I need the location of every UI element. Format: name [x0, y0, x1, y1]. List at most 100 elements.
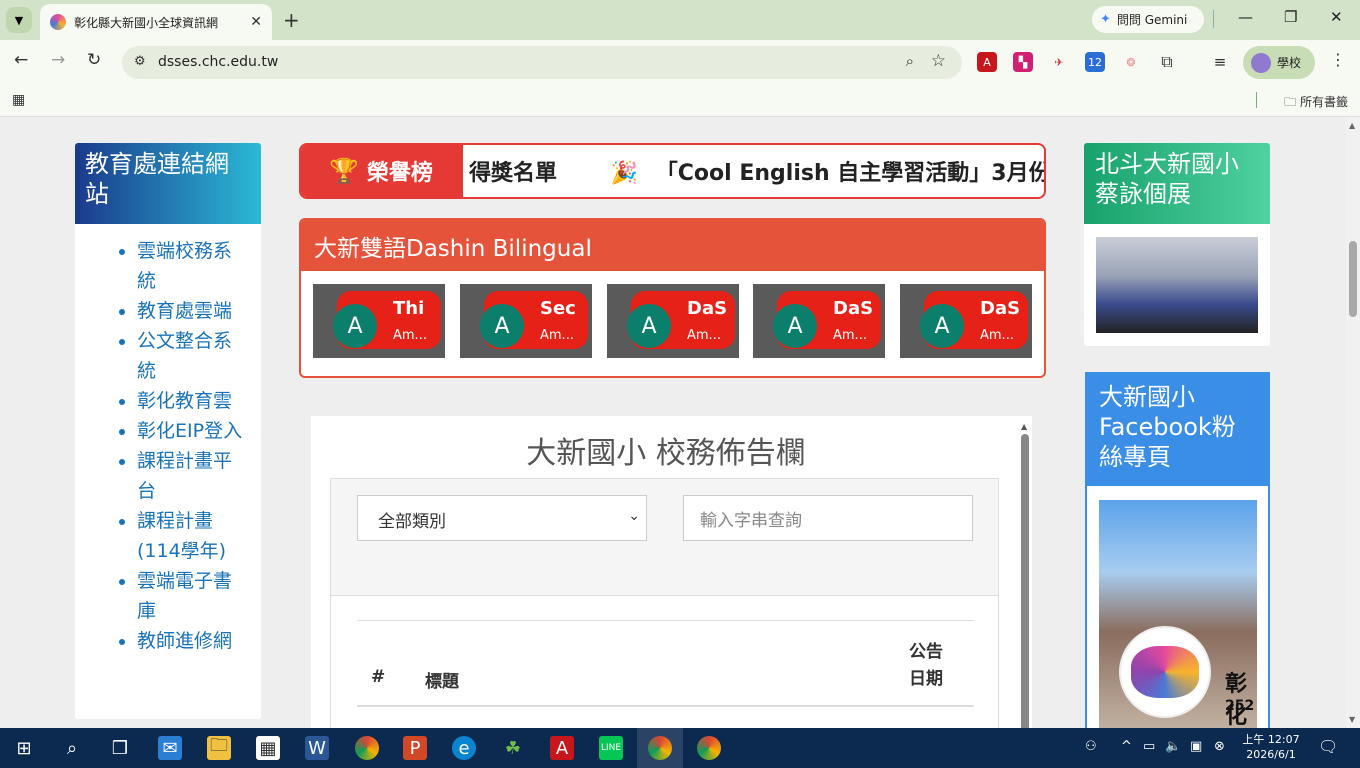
video-thumbnail[interactable]: Thi Am... A [313, 284, 445, 358]
column-date[interactable]: 公告日期 [909, 639, 949, 693]
chrome-profile-2-icon[interactable] [697, 736, 721, 760]
close-tab-icon[interactable]: ✕ [250, 14, 262, 30]
calendar-extension-icon[interactable]: 12 [1085, 52, 1105, 72]
chevron-down-icon: ▼ [14, 13, 24, 27]
education-links-panel: 教育處連結網站 雲端校務系統 教育處雲端 公文整合系統 彰化教育雲 彰化EIP登… [75, 143, 261, 719]
display-icon[interactable]: ▣ [1190, 739, 1202, 754]
system-clock[interactable]: 上午 12:07 2026/6/1 [1240, 732, 1302, 762]
acrobat-icon[interactable]: A [550, 736, 574, 760]
bookmarks-bar: ▦ 🗀 所有書籤 [0, 85, 1360, 117]
bulletin-table: # 標題 公告日期 [330, 596, 999, 728]
menu-dots-icon[interactable]: ⋮ [1330, 50, 1346, 69]
site-info-icon[interactable]: ⚙ [134, 54, 146, 69]
facebook-page-name[interactable]: 彰化 [1225, 666, 1268, 728]
bilingual-video-section: 大新雙語Dashin Bilingual Thi Am... A Sec Am.… [299, 218, 1046, 378]
link-item[interactable]: 雲端電子書庫 [137, 566, 261, 626]
search-input[interactable]: 輸入字串查詢 [683, 495, 973, 541]
video-thumbnail[interactable]: DaS Am... A [607, 284, 739, 358]
extensions-puzzle-icon[interactable]: ⧉ [1157, 52, 1177, 72]
table-header: # 標題 公告日期 [357, 620, 974, 707]
network-icon[interactable]: ▭ [1143, 739, 1155, 754]
link-item[interactable]: 彰化教育雲 [137, 386, 261, 416]
clover-app-icon[interactable]: ☘ [501, 736, 525, 760]
reading-list-icon[interactable]: ≡ [1210, 52, 1230, 72]
swirl-extension-icon[interactable]: ❂ [1121, 52, 1141, 72]
link-item[interactable]: 教育處雲端 [137, 296, 261, 326]
people-icon[interactable]: ⚇ [1085, 739, 1097, 754]
scrollbar-thumb[interactable] [1021, 434, 1029, 728]
minimize-icon[interactable]: — [1238, 8, 1253, 26]
volume-icon[interactable]: 🔈 [1165, 739, 1181, 754]
close-window-icon[interactable]: ✕ [1330, 8, 1343, 26]
exhibition-panel: 北斗大新國小蔡詠個展 [1084, 143, 1270, 346]
video-thumbnail[interactable]: DaS Am... A [900, 284, 1032, 358]
link-item[interactable]: 彰化EIP登入 [137, 416, 261, 446]
bookmark-star-icon[interactable]: ☆ [931, 51, 946, 71]
panel-heading: 教育處連結網站 [75, 143, 261, 224]
all-bookmarks-button[interactable]: 🗀 所有書籤 [1284, 93, 1348, 114]
line-icon[interactable]: LINE [599, 736, 623, 760]
chrome-profile-icon[interactable] [648, 736, 672, 760]
link-item[interactable]: 公文整合系統 [137, 326, 261, 386]
bulletin-board: 大新國小 校務佈告欄 全部類別 ⌄ 輸入字串查詢 # 標題 公告日期 ▲ [311, 416, 1032, 728]
exhibition-video-image[interactable] [1096, 237, 1258, 333]
video-title: DaS [980, 298, 1021, 319]
video-channel: Am... [833, 328, 867, 343]
links-list: 雲端校務系統 教育處雲端 公文整合系統 彰化教育雲 彰化EIP登入 課程計畫平台… [75, 224, 261, 656]
store-icon[interactable]: ▦ [256, 736, 280, 760]
close-circle-icon[interactable]: ⊗ [1214, 739, 1225, 754]
task-view-icon[interactable]: ❒ [108, 736, 132, 760]
gemini-button[interactable]: ✦ 問問 Gemini [1092, 6, 1204, 33]
edge-icon[interactable]: e [452, 736, 476, 760]
channel-avatar: A [627, 304, 671, 348]
plane-extension-icon[interactable]: ✈ [1049, 52, 1069, 72]
forward-icon[interactable]: → [51, 50, 65, 70]
column-number[interactable]: # [371, 667, 385, 687]
school-logo[interactable] [1119, 626, 1211, 718]
scroll-down-icon[interactable]: ▼ [1349, 715, 1355, 724]
bulletin-scrollbar[interactable]: ▲ [1021, 422, 1029, 728]
video-title: Sec [540, 298, 576, 319]
award-list-link[interactable]: 得獎名單 [469, 161, 557, 186]
apps-grid-icon[interactable]: ▦ [12, 92, 25, 108]
zoom-icon[interactable]: ⌕ [906, 52, 914, 70]
restore-icon[interactable]: ❐ [1284, 8, 1297, 26]
link-item[interactable]: 教師進修網 [137, 626, 261, 656]
video-thumbnail[interactable]: Sec Am... A [460, 284, 592, 358]
word-icon[interactable]: W [305, 736, 329, 760]
search-icon[interactable]: ⌕ [60, 736, 84, 760]
address-bar[interactable]: ⚙ dsses.chc.edu.tw ⌕ ☆ [122, 46, 962, 79]
page-content: 教育處連結網站 雲端校務系統 教育處雲端 公文整合系統 彰化教育雲 彰化EIP登… [0, 117, 1346, 728]
chevron-up-icon[interactable]: ^ [1121, 739, 1132, 754]
link-item[interactable]: 課程計畫平台 [137, 446, 261, 506]
back-icon[interactable]: ← [14, 50, 28, 70]
column-title[interactable]: 標題 [425, 667, 459, 692]
category-select[interactable]: 全部類別 ⌄ [357, 495, 647, 541]
tab-search-button[interactable]: ▼ [6, 7, 32, 33]
notification-icon[interactable]: 🗨 [1318, 737, 1338, 756]
link-item[interactable]: 課程計畫(114學年) [137, 506, 261, 566]
pdf-extension-icon[interactable]: A [977, 52, 997, 72]
party-popper-icon: 🎉 [610, 161, 639, 186]
profile-button[interactable]: 學校 [1243, 46, 1315, 79]
scroll-up-icon[interactable]: ▲ [1349, 121, 1355, 130]
scrollbar-thumb[interactable] [1349, 241, 1357, 317]
cool-english-link[interactable]: 「Cool English 自主學習活動」3月份 [656, 161, 1044, 186]
mail-icon[interactable]: ✉ [158, 736, 182, 760]
video-title: DaS [687, 298, 728, 319]
video-thumbnail[interactable]: DaS Am... A [753, 284, 885, 358]
reload-icon[interactable]: ↻ [87, 50, 101, 70]
scroll-up-icon[interactable]: ▲ [1021, 422, 1027, 431]
powerpoint-icon[interactable]: P [403, 736, 427, 760]
channel-avatar: A [773, 304, 817, 348]
chrome-icon[interactable] [355, 736, 379, 760]
windows-start-icon[interactable]: ⊞ [12, 736, 36, 760]
link-item[interactable]: 雲端校務系統 [137, 236, 261, 296]
craft-extension-icon[interactable]: ▚ [1013, 52, 1033, 72]
file-explorer-icon[interactable]: 🗀 [207, 735, 231, 760]
active-tab[interactable]: 彰化縣大新國小全球資訊網 ✕ [40, 4, 272, 40]
new-tab-button[interactable]: + [283, 8, 300, 32]
page-scrollbar[interactable]: ▲ ▼ [1346, 117, 1360, 728]
gemini-icon: ✦ [1100, 12, 1111, 27]
url-text[interactable]: dsses.chc.edu.tw [158, 54, 278, 70]
